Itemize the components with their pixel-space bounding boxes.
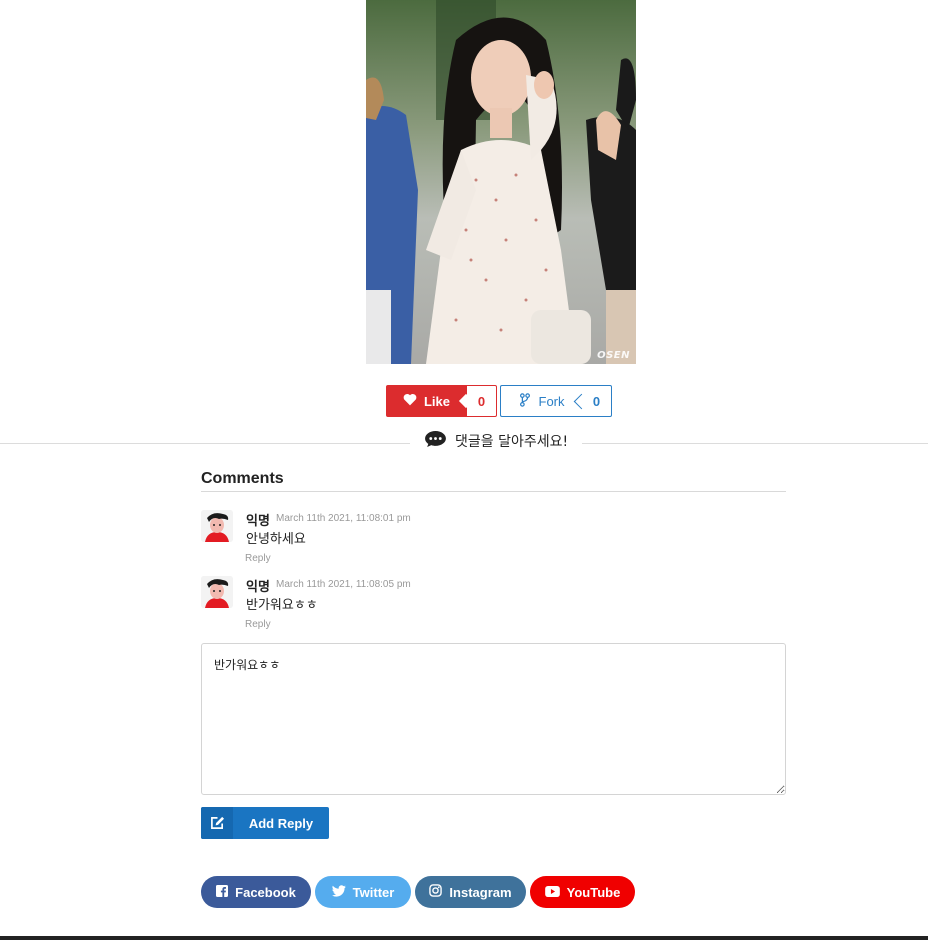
reply-textarea[interactable] xyxy=(201,643,786,795)
fork-group: Fork 0 xyxy=(500,385,612,417)
twitter-button[interactable]: Twitter xyxy=(315,876,411,908)
comment-date: March 11th 2021, 11:08:01 pm xyxy=(276,513,411,524)
fork-button[interactable]: Fork xyxy=(500,385,582,417)
comments-icon xyxy=(424,430,447,452)
fork-count: 0 xyxy=(582,385,612,417)
add-reply-label: Add Reply xyxy=(248,815,314,831)
comment-date: March 11th 2021, 11:08:05 pm xyxy=(276,579,411,590)
comments-rule xyxy=(201,491,786,492)
comment-author: 익명 xyxy=(246,514,270,529)
comment-author: 익명 xyxy=(246,580,270,595)
photo-watermark: OSEN xyxy=(597,350,630,361)
like-count: 0 xyxy=(467,385,497,417)
like-button[interactable]: Like xyxy=(386,385,467,417)
like-group: Like 0 xyxy=(386,385,497,417)
comment-prompt-text: 댓글을 달아주세요! xyxy=(455,434,569,450)
facebook-button[interactable]: Facebook xyxy=(201,876,311,908)
youtube-icon xyxy=(544,885,560,900)
footer-bar xyxy=(0,936,928,940)
reply-link[interactable]: Reply xyxy=(245,619,271,630)
instagram-label: Instagram xyxy=(449,884,512,900)
edit-icon xyxy=(201,807,233,839)
twitter-label: Twitter xyxy=(352,884,395,900)
twitter-icon xyxy=(331,884,346,900)
reply-link[interactable]: Reply xyxy=(245,553,271,564)
like-label: Like xyxy=(423,393,450,409)
youtube-label: YouTube xyxy=(566,884,621,900)
avatar xyxy=(201,576,233,608)
comment-text: 안녕하세요 xyxy=(246,532,306,547)
heart-icon xyxy=(403,393,417,409)
code-fork-icon xyxy=(519,392,531,410)
comment-prompt: 댓글을 달아주세요! xyxy=(410,428,583,454)
comments-title: Comments xyxy=(201,470,284,487)
post-photo: OSEN xyxy=(366,0,636,364)
avatar xyxy=(201,510,233,542)
youtube-button[interactable]: YouTube xyxy=(530,876,635,908)
comment-text: 반가워요ㅎㅎ xyxy=(246,598,318,613)
instagram-button[interactable]: Instagram xyxy=(415,876,526,908)
facebook-label: Facebook xyxy=(235,884,296,900)
instagram-icon xyxy=(429,884,443,900)
facebook-icon xyxy=(216,884,229,900)
photo-illustration xyxy=(366,0,636,364)
add-reply-button[interactable]: Add Reply xyxy=(201,807,329,839)
fork-label: Fork xyxy=(538,393,565,409)
